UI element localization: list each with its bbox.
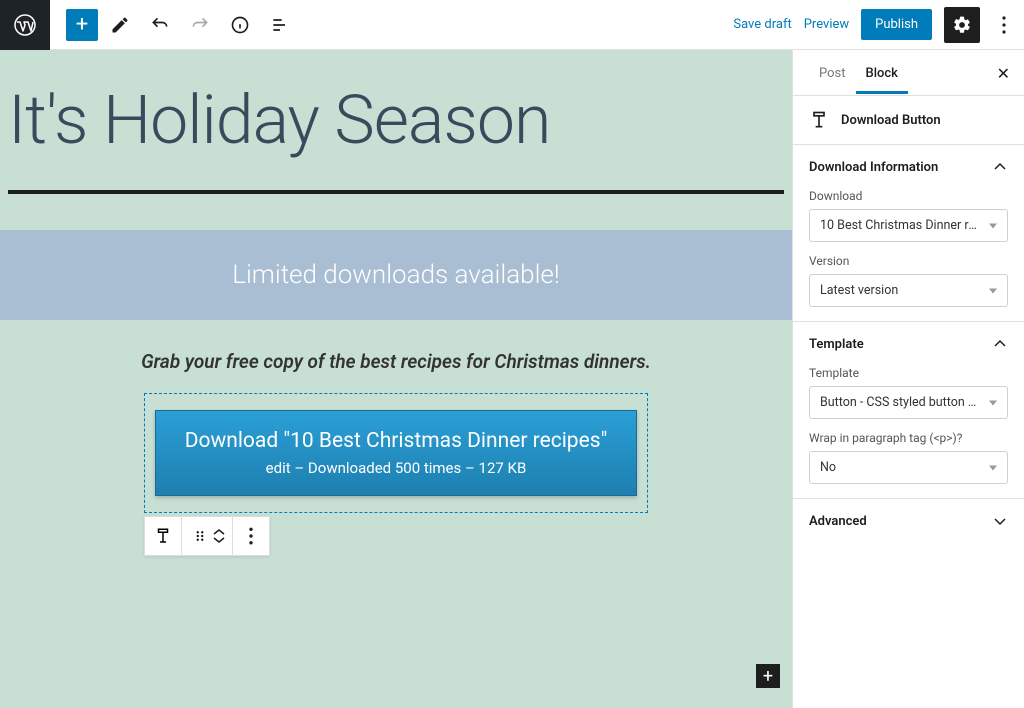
panel-head-advanced[interactable]: Advanced <box>793 499 1024 543</box>
download-block-icon <box>809 110 829 130</box>
topbar-left: + <box>0 0 298 50</box>
preview-button[interactable]: Preview <box>804 17 849 32</box>
move-up-icon[interactable] <box>212 528 226 536</box>
undo-icon[interactable] <box>142 7 178 43</box>
edit-icon[interactable] <box>102 7 138 43</box>
template-select[interactable]: Button - CSS styled button showi... <box>809 386 1008 419</box>
chevron-up-icon <box>992 159 1008 175</box>
wrap-label: Wrap in paragraph tag (<p>)? <box>809 431 1008 445</box>
download-select[interactable]: 10 Best Christmas Dinner recipes <box>809 209 1008 242</box>
chevron-down-icon <box>992 513 1008 529</box>
block-type-icon[interactable] <box>151 524 175 548</box>
panel-download-information: Download Information Download 10 Best Ch… <box>793 144 1024 321</box>
block-name: Download Button <box>841 113 941 128</box>
move-down-icon[interactable] <box>212 536 226 544</box>
version-label: Version <box>809 254 1008 268</box>
sidebar-tabs: Post Block ✕ <box>793 50 1024 96</box>
template-label: Template <box>809 366 1008 380</box>
download-label: Download <box>809 189 1008 203</box>
banner-text[interactable]: Limited downloads available! <box>0 230 792 320</box>
move-controls[interactable] <box>212 528 226 544</box>
outline-icon[interactable] <box>262 7 298 43</box>
panel-head-download[interactable]: Download Information <box>793 145 1024 189</box>
block-more-icon[interactable] <box>239 524 263 548</box>
panel-advanced: Advanced <box>793 498 1024 543</box>
save-draft-button[interactable]: Save draft <box>733 17 791 32</box>
chevron-up-icon <box>992 336 1008 352</box>
separator <box>8 190 784 194</box>
download-button-block[interactable]: Download "10 Best Christmas Dinner recip… <box>155 410 637 496</box>
block-toolbar <box>144 516 270 556</box>
panel-template: Template Template Button - CSS styled bu… <box>793 321 1024 498</box>
info-icon[interactable] <box>222 7 258 43</box>
redo-icon[interactable] <box>182 7 218 43</box>
wordpress-logo[interactable] <box>0 0 50 50</box>
editor-main: It's Holiday Season Limited downloads av… <box>0 50 1024 708</box>
drag-handle-icon[interactable] <box>188 524 212 548</box>
more-options-icon[interactable] <box>992 7 1016 43</box>
close-sidebar-icon[interactable]: ✕ <box>997 64 1010 83</box>
sub-heading[interactable]: Grab your free copy of the best recipes … <box>0 350 792 373</box>
tab-post[interactable]: Post <box>809 52 856 93</box>
publish-button[interactable]: Publish <box>861 9 932 40</box>
editor-topbar: + Save draft Preview Publish <box>0 0 1024 50</box>
download-title: Download "10 Best Christmas Dinner recip… <box>176 429 616 453</box>
settings-button[interactable] <box>944 7 980 43</box>
wrap-select[interactable]: No <box>809 451 1008 484</box>
download-meta: edit – Downloaded 500 times – 127 KB <box>176 459 616 477</box>
append-block-button[interactable]: + <box>756 664 780 688</box>
tab-block[interactable]: Block <box>856 52 908 94</box>
editor-canvas[interactable]: It's Holiday Season Limited downloads av… <box>0 50 792 708</box>
add-block-button[interactable]: + <box>66 9 98 41</box>
topbar-right: Save draft Preview Publish <box>733 7 1016 43</box>
page-title[interactable]: It's Holiday Season <box>0 50 792 170</box>
settings-sidebar: Post Block ✕ Download Button Download In… <box>792 50 1024 708</box>
block-header: Download Button <box>793 96 1024 144</box>
panel-head-template[interactable]: Template <box>793 322 1024 366</box>
selected-block[interactable]: Download "10 Best Christmas Dinner recip… <box>144 393 648 513</box>
version-select[interactable]: Latest version <box>809 274 1008 307</box>
